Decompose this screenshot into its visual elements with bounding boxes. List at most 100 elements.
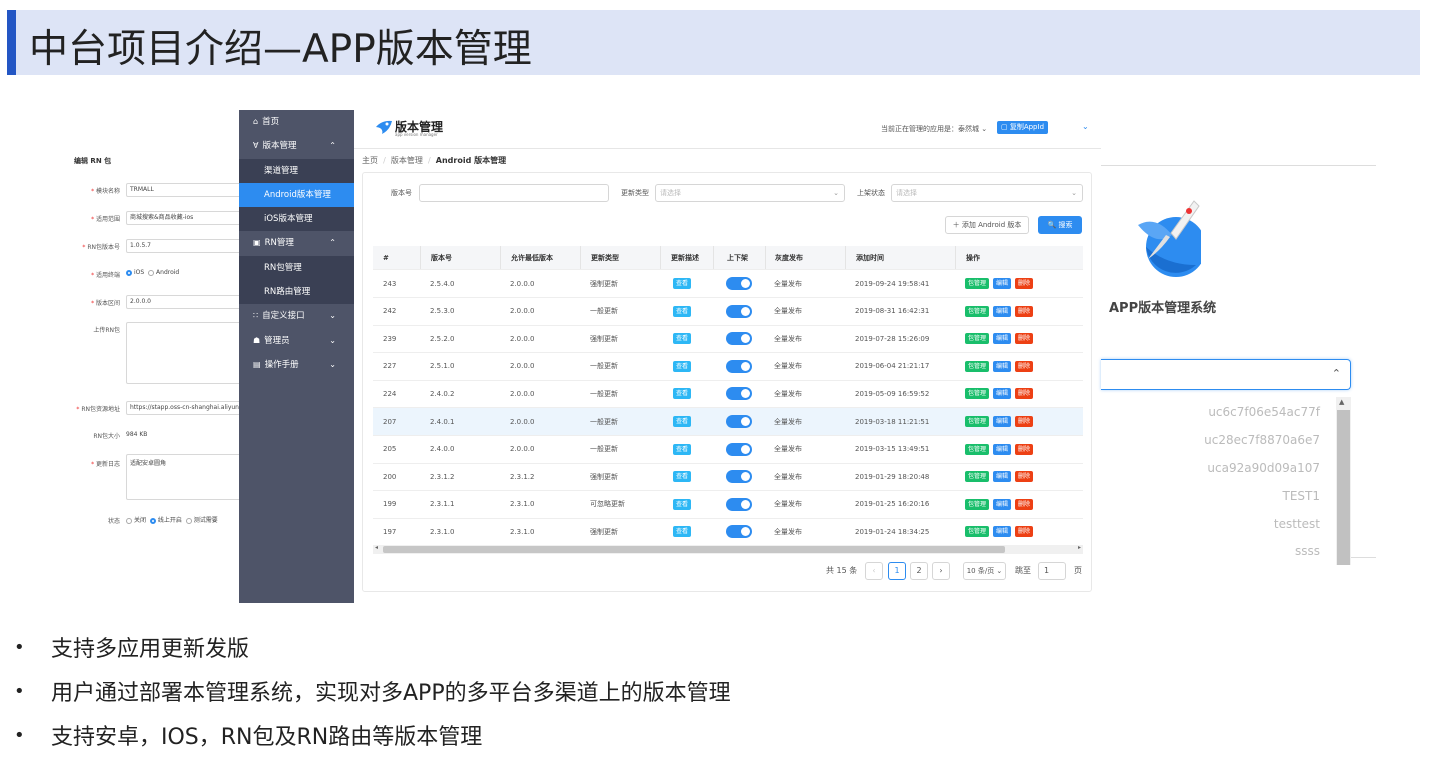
view-desc-button[interactable]: 查看	[673, 498, 692, 510]
scroll-left-icon[interactable]: ◂	[375, 544, 378, 551]
package-manage-button[interactable]: 包管理	[965, 360, 990, 372]
package-manage-button[interactable]: 包管理	[965, 471, 990, 483]
sidebar-item-rn[interactable]: ▣ RN管理 ⌃	[239, 231, 354, 255]
module-name-input[interactable]: TRMALL	[126, 183, 240, 197]
page-2-button[interactable]: 2	[910, 562, 928, 580]
view-desc-button[interactable]: 查看	[673, 305, 692, 317]
breadcrumb-home[interactable]: 主页	[362, 156, 378, 165]
package-manage-button[interactable]: 包管理	[965, 333, 990, 345]
delete-button[interactable]: 删除	[1015, 388, 1034, 400]
copy-appid-button[interactable]: ▢ 复制AppId	[997, 121, 1048, 134]
shelf-toggle[interactable]	[726, 497, 752, 511]
chevron-down-icon[interactable]: ⌄	[1082, 122, 1089, 131]
type-filter-select[interactable]: 请选择 ⌄	[655, 184, 845, 202]
search-button[interactable]: 🔍 搜索	[1038, 216, 1082, 234]
upload-area[interactable]	[126, 322, 240, 384]
current-app-select[interactable]: 泰然城	[958, 125, 979, 133]
url-input[interactable]: https://stapp.oss-cn-shanghai.aliyuncs.c…	[126, 401, 240, 415]
dropdown-scrollbar-thumb[interactable]	[1337, 410, 1350, 565]
app-option[interactable]: uc6c7f06e54ac77f	[1208, 405, 1320, 419]
delete-button[interactable]: 删除	[1015, 305, 1034, 317]
shelf-toggle[interactable]	[726, 415, 752, 428]
shelf-toggle[interactable]	[726, 332, 752, 346]
edit-button[interactable]: 编辑	[993, 416, 1012, 427]
sidebar-item-manual[interactable]: ▤ 操作手册 ⌄	[239, 353, 354, 377]
rn-version-input[interactable]: 1.0.5.7	[126, 239, 240, 253]
sidebar-item-android[interactable]: Android版本管理	[239, 183, 354, 207]
sidebar-item-rn-route[interactable]: RN路由管理	[239, 280, 354, 304]
sidebar-item-rn-pkg[interactable]: RN包管理	[239, 256, 354, 280]
shelf-toggle[interactable]	[726, 387, 752, 401]
delete-button[interactable]: 删除	[1015, 278, 1034, 289]
shelf-filter-select[interactable]: 请选择 ⌄	[891, 184, 1083, 202]
delete-button[interactable]: 删除	[1015, 443, 1034, 455]
package-manage-button[interactable]: 包管理	[965, 498, 990, 510]
view-desc-button[interactable]: 查看	[673, 526, 692, 538]
shelf-toggle[interactable]	[726, 442, 752, 456]
table-scrollbar[interactable]: ◂ ▸	[373, 544, 1083, 554]
shelf-toggle[interactable]	[726, 277, 752, 290]
app-option[interactable]: uc28ec7f8870a6e7	[1204, 433, 1320, 447]
package-manage-button[interactable]: 包管理	[965, 305, 990, 317]
edit-button[interactable]: 编辑	[993, 443, 1012, 455]
radio-off[interactable]	[126, 517, 132, 524]
radio-ios[interactable]	[126, 269, 132, 276]
edit-button[interactable]: 编辑	[993, 471, 1012, 483]
app-option[interactable]: uca92a90d09a107	[1207, 461, 1320, 475]
goto-input[interactable]: 1	[1038, 562, 1066, 580]
sidebar-item-version-mgmt[interactable]: ∀ 版本管理 ⌃	[239, 134, 354, 158]
version-filter-input[interactable]	[419, 184, 609, 202]
app-select[interactable]: ⌃	[1101, 359, 1351, 390]
delete-button[interactable]: 删除	[1015, 498, 1034, 510]
shelf-toggle[interactable]	[726, 470, 752, 484]
sidebar-item-home[interactable]: ⌂ 首页	[239, 110, 354, 134]
scroll-right-icon[interactable]: ▸	[1078, 544, 1081, 551]
sidebar-item-channels[interactable]: 渠道管理	[239, 159, 354, 183]
package-manage-button[interactable]: 包管理	[965, 278, 990, 289]
log-textarea[interactable]: 适配安卓圆角	[126, 454, 240, 500]
range-input[interactable]: 2.0.0.0	[126, 295, 240, 309]
prev-page-button[interactable]: ‹	[865, 562, 883, 580]
radio-online[interactable]	[149, 517, 156, 524]
radio-android[interactable]	[148, 269, 155, 276]
edit-button[interactable]: 编辑	[993, 333, 1012, 345]
next-page-button[interactable]: ›	[932, 562, 950, 580]
delete-button[interactable]: 删除	[1015, 333, 1034, 345]
delete-button[interactable]: 删除	[1015, 416, 1034, 427]
scrollbar-thumb[interactable]	[383, 546, 1005, 553]
view-desc-button[interactable]: 查看	[673, 360, 692, 372]
delete-button[interactable]: 删除	[1015, 471, 1034, 483]
shelf-toggle[interactable]	[726, 359, 752, 373]
sidebar-item-ios[interactable]: iOS版本管理	[239, 207, 354, 231]
page-size-select[interactable]: 10 条/页 ⌄	[963, 562, 1006, 580]
breadcrumb-version[interactable]: 版本管理	[391, 156, 423, 165]
view-desc-button[interactable]: 查看	[673, 333, 692, 345]
shelf-toggle[interactable]	[726, 525, 752, 539]
add-android-version-button[interactable]: ＋ 添加 Android 版本	[945, 216, 1029, 234]
package-manage-button[interactable]: 包管理	[965, 443, 990, 455]
view-desc-button[interactable]: 查看	[673, 416, 692, 427]
delete-button[interactable]: 删除	[1015, 526, 1034, 538]
edit-button[interactable]: 编辑	[993, 388, 1012, 400]
view-desc-button[interactable]: 查看	[673, 278, 692, 289]
view-desc-button[interactable]: 查看	[673, 471, 692, 483]
package-manage-button[interactable]: 包管理	[965, 416, 990, 427]
edit-button[interactable]: 编辑	[993, 278, 1012, 289]
package-manage-button[interactable]: 包管理	[965, 526, 990, 538]
scroll-up-icon[interactable]: ▲	[1339, 398, 1344, 406]
edit-button[interactable]: 编辑	[993, 305, 1012, 317]
radio-test[interactable]	[185, 517, 192, 524]
sidebar-item-admin[interactable]: ☗ 管理员 ⌄	[239, 329, 354, 353]
scope-input[interactable]: 商城搜索&商品收藏-ios	[126, 211, 240, 225]
edit-button[interactable]: 编辑	[993, 498, 1012, 510]
app-option[interactable]: TEST1	[1283, 489, 1321, 503]
app-option[interactable]: ssss	[1295, 544, 1320, 558]
edit-button[interactable]: 编辑	[993, 526, 1012, 538]
package-manage-button[interactable]: 包管理	[965, 388, 990, 400]
view-desc-button[interactable]: 查看	[673, 388, 692, 400]
delete-button[interactable]: 删除	[1015, 360, 1034, 372]
app-option[interactable]: testtest	[1274, 517, 1320, 531]
edit-button[interactable]: 编辑	[993, 360, 1012, 372]
shelf-toggle[interactable]	[726, 304, 752, 318]
view-desc-button[interactable]: 查看	[673, 443, 692, 455]
